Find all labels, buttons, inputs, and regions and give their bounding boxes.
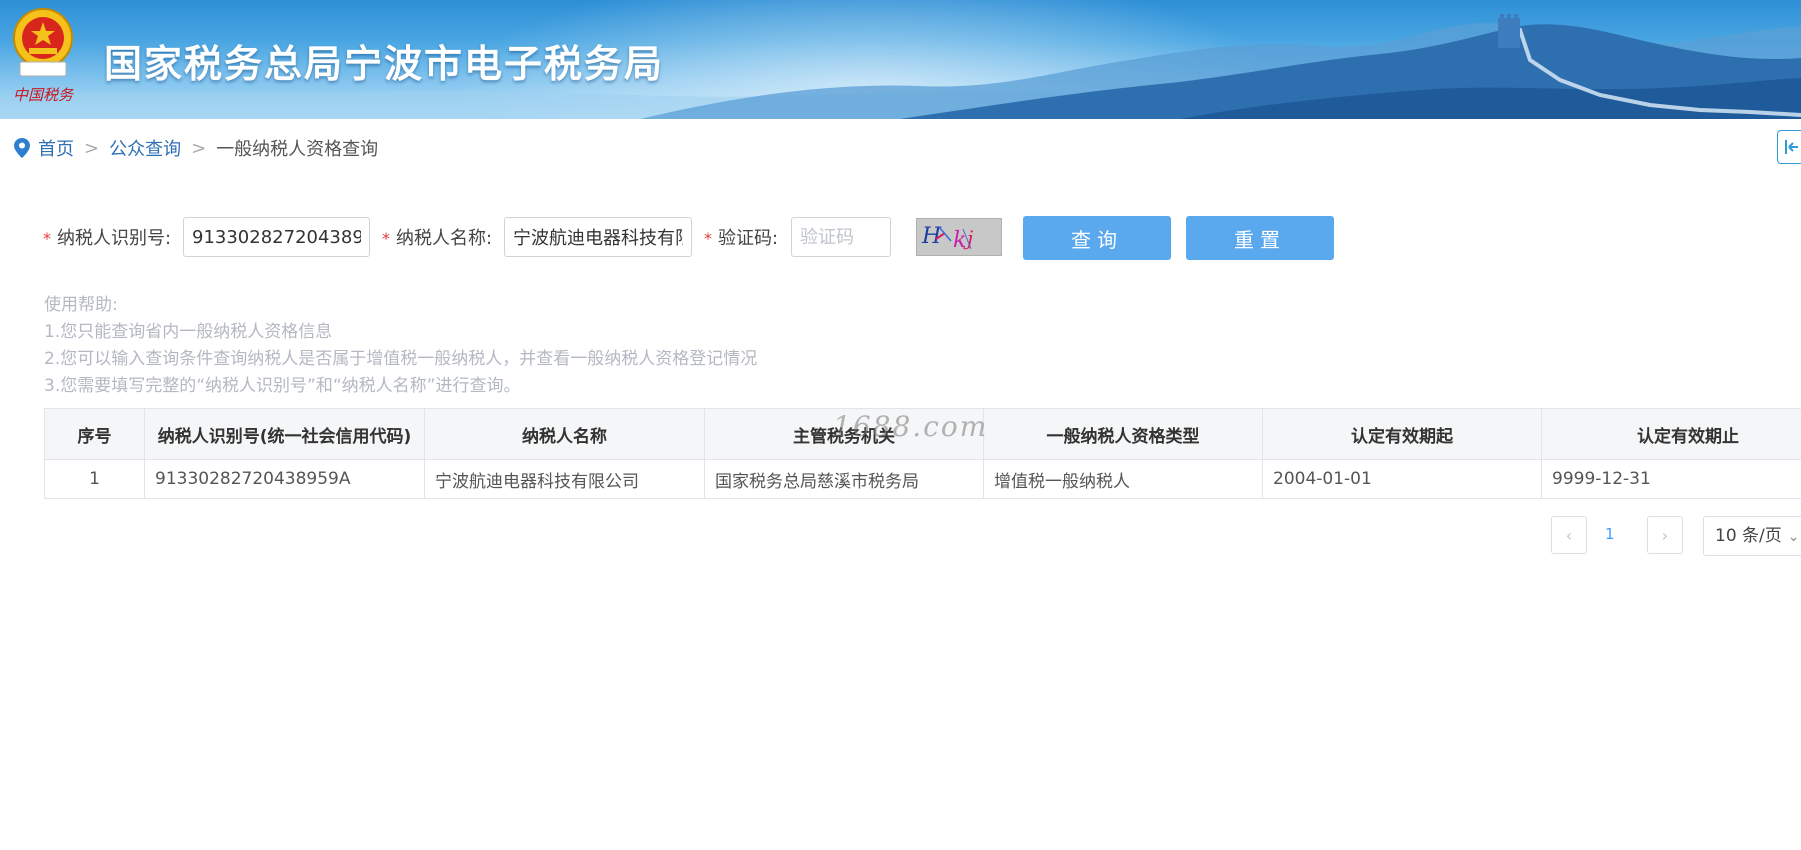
required-mark: * [704,229,712,248]
captcha-input[interactable] [791,217,891,257]
taxpayer-name-label-text: 纳税人名称: [396,228,493,249]
help-line: 3.您需要填写完整的“纳税人识别号”和“纳税人名称”进行查询。 [44,376,521,396]
captcha-graphic: H k j [921,224,973,253]
captcha-label: * 验证码: [704,224,778,250]
breadcrumb: 首页 > 公众查询 > 一般纳税人资格查询 [14,136,378,160]
prev-page-button[interactable]: ‹ [1551,516,1587,554]
taxpayer-name-input[interactable] [504,217,692,257]
breadcrumb-home-link[interactable]: 首页 [38,135,74,161]
required-mark: * [43,229,51,248]
next-page-button[interactable]: › [1647,516,1683,554]
taxpayer-id-label: * 纳税人识别号: [43,224,171,250]
cell-taxpayer-id: 91330282720438959A [144,459,425,499]
page-size-select[interactable]: 10 条/页 ⌄ [1703,516,1801,556]
taxpayer-name-label: * 纳税人名称: [382,224,492,250]
chevron-right-icon: › [1661,525,1669,545]
help-line: 1.您只能查询省内一般纳税人资格信息 [44,322,333,342]
column-header-taxpayer-id: 纳税人识别号(统一社会信用代码) [144,408,425,460]
cell-tax-authority: 国家税务总局慈溪市税务局 [704,459,984,499]
cell-taxpayer-name: 宁波航迪电器科技有限公司 [424,459,705,499]
return-icon [1785,140,1798,154]
watermark: 1688.com [833,410,989,443]
header-banner: 中国税务 国家税务总局宁波市电子税务局 [0,0,1801,119]
captcha-image[interactable]: H k j [916,218,1002,256]
query-button[interactable]: 查询 [1023,216,1171,260]
column-header-qualification-type: 一般纳税人资格类型 [983,408,1263,460]
taxpayer-id-label-text: 纳税人识别号: [57,228,172,249]
usage-help: 使用帮助: 1.您只能查询省内一般纳税人资格信息 2.您可以输入查询条件查询纳税… [44,292,757,400]
back-button[interactable] [1777,130,1801,164]
current-page-number[interactable]: 1 [1605,525,1615,543]
cell-valid-from: 2004-01-01 [1262,459,1542,499]
required-mark: * [382,229,390,248]
tax-emblem-icon: 中国税务 [4,6,82,110]
page-size-label: 10 条/页 [1715,526,1782,546]
chevron-left-icon: ‹ [1565,525,1573,545]
breadcrumb-current: 一般纳税人资格查询 [216,139,379,160]
svg-text:中国税务: 中国税务 [13,86,75,104]
column-header-valid-to: 认定有效期止 [1541,408,1801,460]
column-header-index: 序号 [44,408,145,460]
table-row: 1 91330282720438959A 宁波航迪电器科技有限公司 国家税务总局… [44,459,1801,499]
captcha-label-text: 验证码: [718,228,779,249]
location-pin-icon [14,138,30,158]
breadcrumb-separator: > [191,137,207,159]
breadcrumb-separator: > [84,137,100,159]
help-line: 2.您可以输入查询条件查询纳税人是否属于增值税一般纳税人，并查看一般纳税人资格登… [44,349,758,369]
cell-qualification-type: 增值税一般纳税人 [983,459,1263,499]
reset-button[interactable]: 重置 [1186,216,1334,260]
taxpayer-id-input[interactable] [183,217,370,257]
cell-valid-to: 9999-12-31 [1541,459,1801,499]
help-title: 使用帮助: [44,295,118,315]
cell-index: 1 [44,459,145,499]
column-header-valid-from: 认定有效期起 [1262,408,1542,460]
column-header-taxpayer-name: 纳税人名称 [424,408,705,460]
page-title: 国家税务总局宁波市电子税务局 [104,42,665,86]
breadcrumb-public-query-link[interactable]: 公众查询 [109,135,181,161]
chevron-down-icon: ⌄ [1787,529,1800,545]
